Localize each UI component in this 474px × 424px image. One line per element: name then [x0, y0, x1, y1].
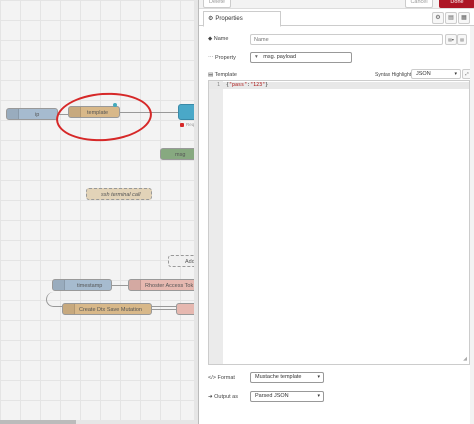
timestamp-node-label: timestamp	[77, 283, 103, 289]
name-label-row: ◆ Name	[208, 36, 228, 42]
property-input[interactable]: ▾ msg. payload	[250, 52, 352, 63]
cancel-button[interactable]: Cancel	[405, 0, 433, 8]
name-options-button[interactable]: ▤	[457, 34, 467, 45]
property-label: Property	[215, 55, 236, 61]
template-code-editor[interactable]: 1 {"pass":"123"} ◢	[208, 80, 470, 365]
arrow-right-icon: ➜	[208, 394, 213, 400]
output-value: Parsed JSON	[255, 393, 289, 399]
tray-scrollbar[interactable]	[470, 26, 474, 424]
timestamp-node-icon	[53, 280, 65, 290]
annotation-circle	[54, 89, 154, 145]
done-button[interactable]: Done	[439, 0, 474, 8]
tray-tabs: ⚙ Properties ⚙ ▤ ▦	[199, 10, 474, 27]
editor-gutter	[209, 81, 223, 364]
flow-workspace[interactable]: ip template Req msg ssh terminal call Ad…	[0, 0, 198, 424]
description-button[interactable]: ▤	[445, 12, 457, 24]
gear-icon: ⚙	[208, 16, 214, 22]
mutation-node-icon	[63, 304, 75, 314]
resize-handle-icon[interactable]: ◢	[463, 356, 467, 362]
mutation-node-label: Create Dtx Save Mutation	[79, 307, 142, 313]
appearance-button[interactable]: ▦	[458, 12, 470, 24]
timestamp-node[interactable]: timestamp	[52, 279, 112, 291]
icon-picker-button[interactable]: ▤▾	[445, 34, 457, 45]
mutation-node[interactable]: Create Dtx Save Mutation	[62, 303, 152, 315]
tray-toolbar: Delete Cancel Done	[199, 0, 474, 9]
wire	[152, 309, 176, 310]
file-icon: ▤	[208, 72, 214, 78]
debug-node-label: msg	[175, 152, 186, 158]
ellipsis-icon: ⋯	[208, 55, 214, 61]
name-label: Name	[213, 36, 229, 42]
scrollbar-thumb[interactable]	[0, 420, 76, 424]
code-icon: </>	[208, 375, 216, 381]
chevron-down-icon: ▾	[317, 374, 320, 380]
code-value: "123"	[250, 82, 266, 88]
chevron-down-icon: ▾	[454, 71, 457, 77]
error-status-icon	[180, 123, 184, 127]
code-brace-close: }	[265, 82, 269, 88]
property-value: msg. payload	[263, 54, 297, 60]
workspace-horizontal-scrollbar[interactable]	[0, 420, 198, 424]
settings-button[interactable]: ⚙	[432, 12, 444, 24]
debug-node[interactable]: msg	[160, 148, 198, 160]
format-value: Mustache template	[255, 374, 302, 380]
format-select[interactable]: Mustache template ▾	[250, 372, 324, 383]
syntax-value: JSON	[416, 71, 431, 77]
rhoster-node[interactable]: Rhoster Access Tok	[128, 279, 198, 291]
template-label-row: ▤ Template	[208, 72, 237, 78]
syntax-highlight-label: Syntax Highlight:	[375, 72, 413, 78]
chevron-down-icon: ▾	[317, 393, 320, 399]
tab-properties-label: Properties	[215, 16, 243, 22]
inject-node[interactable]: ip	[6, 108, 58, 120]
property-type-icon: ▾	[255, 54, 258, 60]
rhoster-node-icon	[129, 280, 141, 290]
rhoster-node-label: Rhoster Access Tok	[145, 283, 194, 289]
wire	[112, 285, 128, 286]
line-number: 1	[217, 82, 221, 88]
output-select[interactable]: Parsed JSON ▾	[250, 391, 324, 402]
output-label-row: ➜ Output as	[208, 394, 238, 400]
ssh-node-label: ssh terminal call	[101, 192, 141, 198]
tab-properties[interactable]: ⚙ Properties	[203, 11, 281, 27]
template-label: Template	[214, 72, 237, 78]
delete-button[interactable]: Delete	[203, 0, 231, 8]
tag-icon: ◆	[208, 36, 213, 42]
code-key: "pass"	[229, 82, 248, 88]
property-label-row: ⋯ Property	[208, 55, 236, 61]
code-line: {"pass":"123"}	[226, 82, 268, 88]
inject-node-label: ip	[35, 112, 40, 118]
ssh-node[interactable]: ssh terminal call	[86, 188, 152, 200]
output-label: Output as	[214, 394, 238, 400]
name-input[interactable]	[250, 34, 443, 45]
node-editor-tray: Delete Cancel Done ⚙ Properties ⚙ ▤ ▦ ◆ N…	[198, 0, 474, 424]
format-label: Format	[217, 375, 235, 381]
format-label-row: </> Format	[208, 375, 235, 381]
inject-node-icon	[7, 109, 19, 119]
syntax-highlight-select[interactable]: JSON ▾	[411, 69, 461, 79]
